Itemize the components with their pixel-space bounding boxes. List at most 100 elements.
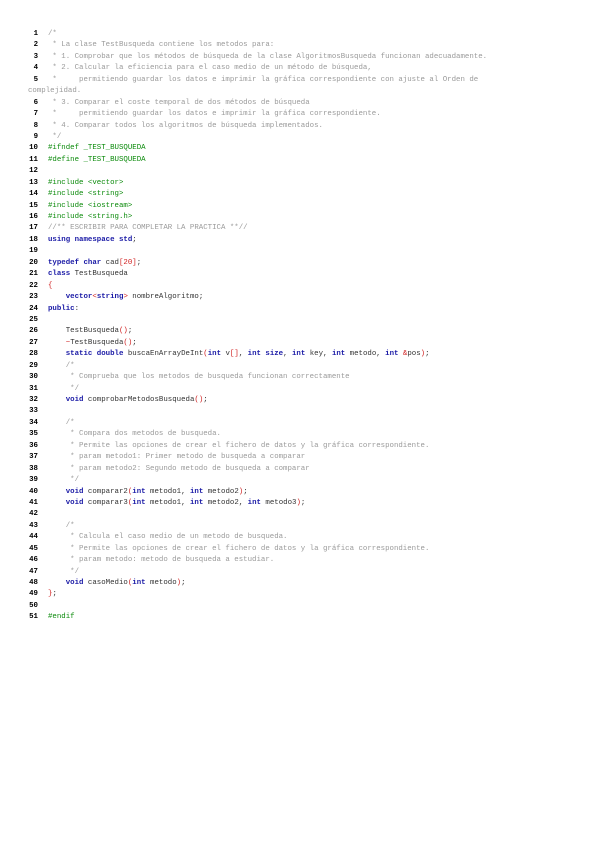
token-comment: * param metodo1: Primer metodo de busque…	[48, 453, 306, 462]
token-keyword: int	[292, 350, 306, 359]
line-number: 46	[29, 556, 38, 565]
code-line: 43 /*	[28, 521, 588, 532]
code-line: 13 #include <vector>	[28, 178, 588, 189]
code-text: /*	[38, 418, 75, 429]
code-line: 28 static double buscaEnArrayDeInt(int v…	[28, 349, 588, 360]
code-line: 34 /*	[28, 418, 588, 429]
token-text: comparar2	[83, 487, 128, 496]
token-keyword: int	[189, 498, 204, 507]
line-number: 51	[29, 613, 38, 622]
code-line: 27 ~TestBusqueda();	[28, 338, 588, 349]
code-line: 25	[28, 315, 588, 326]
code-text: #ifndef _TEST_BUSQUEDA	[38, 143, 146, 154]
line-number: 29	[29, 361, 38, 370]
line-number: 13	[29, 178, 38, 187]
token-keyword: void	[65, 498, 84, 507]
token-text: ;	[243, 487, 248, 496]
line-number: 47	[29, 567, 38, 576]
line-number: 31	[29, 384, 38, 393]
code-line: 35 * Compara dos metodos de busqueda.	[28, 429, 588, 440]
token-comment: /*	[48, 361, 75, 370]
code-line: 6 * 3. Comparar el coste temporal de dos…	[28, 98, 588, 109]
line-number: 30	[29, 373, 38, 382]
token-text: TestBusqueda	[48, 327, 119, 336]
code-text: * permitiendo guardar los datos e imprim…	[38, 75, 478, 86]
token-symbol: ()	[194, 396, 204, 404]
code-text: };	[38, 589, 57, 600]
code-text: typedef char cad[20];	[38, 258, 141, 269]
code-text: * 2. Calcular la eficiencia para el caso…	[38, 63, 371, 74]
code-line: 49};	[28, 589, 588, 600]
line-number: 4	[33, 64, 38, 73]
code-text: #include <iostream>	[38, 201, 132, 212]
token-comment: * 4. Comparar todos los algoritmos de bú…	[48, 121, 323, 130]
token-keyword: int	[385, 350, 399, 359]
token-comment: * Calcula el caso medio de un metodo de …	[48, 533, 288, 542]
code-line: 46 * param metodo: metodo de busqueda a …	[28, 555, 588, 566]
token-keyword: vector	[65, 293, 93, 302]
line-number: 28	[29, 350, 38, 359]
token-symbol: ()	[123, 338, 133, 347]
token-text: ;	[203, 396, 208, 404]
token-preprocessor: #include <string.h>	[48, 213, 133, 221]
token-comment: * Compara dos metodos de busqueda.	[48, 430, 221, 439]
line-number: 49	[29, 590, 38, 599]
token-text: TestBusqueda	[70, 338, 124, 347]
line-number: 19	[29, 247, 38, 256]
document-page: 1 /* 2 * La clase TestBusqueda contiene lo…	[0, 0, 599, 848]
code-text: * param metodo: metodo de busqueda a est…	[38, 555, 274, 566]
code-line: 26 TestBusqueda();	[28, 326, 588, 337]
line-number: 34	[29, 418, 38, 427]
token-preprocessor: #include <string>	[48, 190, 124, 199]
token-comment: */	[48, 384, 80, 393]
code-text: void comparar3(int metodo1, int metodo2,…	[38, 498, 306, 509]
token-comment: * param metodo: metodo de busqueda a est…	[48, 556, 275, 565]
token-comment: * Comprueba que los metodos de busqueda …	[48, 373, 350, 382]
code-text: * 3. Comparar el coste temporal de dos m…	[38, 98, 309, 109]
code-line: 9 */	[28, 132, 588, 143]
token-symbol: []	[229, 350, 239, 359]
code-text: //** ESCRIBIR PARA COMPLETAR LA PRACTICA…	[38, 223, 248, 234]
line-number: 39	[29, 476, 38, 485]
line-number: 43	[29, 521, 38, 530]
line-number: 26	[29, 327, 38, 336]
line-number: 23	[29, 293, 38, 302]
line-number: 21	[29, 270, 38, 279]
code-text: public:	[38, 304, 79, 315]
code-line: 16 #include <string.h>	[28, 212, 588, 223]
token-comment: */	[48, 567, 80, 576]
token-text: ;	[300, 498, 306, 507]
token-text: ;	[132, 235, 137, 244]
line-number: 38	[29, 464, 38, 473]
code-line-continuation: complejidad.	[28, 86, 588, 97]
code-line: 38 * param metodo2: Segundo metodo de bu…	[28, 464, 588, 475]
code-line: 1 /*	[28, 29, 588, 40]
line-number: 7	[33, 110, 38, 119]
token-text: metodo2	[203, 487, 239, 496]
token-keyword: void	[65, 396, 84, 404]
code-text: * permitiendo guardar los datos e imprim…	[38, 109, 380, 120]
token-comment: /*	[48, 521, 75, 530]
code-line: 44 * Calcula el caso medio de un metodo …	[28, 532, 588, 543]
line-number: 8	[33, 121, 38, 130]
code-line: 29 /*	[28, 361, 588, 372]
code-text: */	[38, 475, 79, 486]
token-text: ;	[181, 579, 186, 587]
token-text: v	[221, 350, 230, 359]
code-line: 40 void comparar2(int metodo1, int metod…	[28, 487, 588, 498]
token-text: TestBusqueda	[70, 270, 128, 279]
token-text: cad	[101, 258, 119, 267]
code-line: 41 void comparar3(int metodo1, int metod…	[28, 498, 588, 509]
line-number: 32	[29, 396, 38, 404]
token-preprocessor: #ifndef _TEST_BUSQUEDA	[48, 144, 146, 153]
code-text: class TestBusqueda	[38, 269, 128, 280]
line-number: 27	[29, 338, 38, 347]
line-number: 22	[29, 281, 38, 290]
code-text: {	[38, 281, 52, 292]
token-comment: * Permite las opciones de crear el fiche…	[48, 544, 430, 553]
code-text: /*	[38, 361, 75, 372]
token-text: buscaEnArrayDeInt	[123, 350, 204, 359]
